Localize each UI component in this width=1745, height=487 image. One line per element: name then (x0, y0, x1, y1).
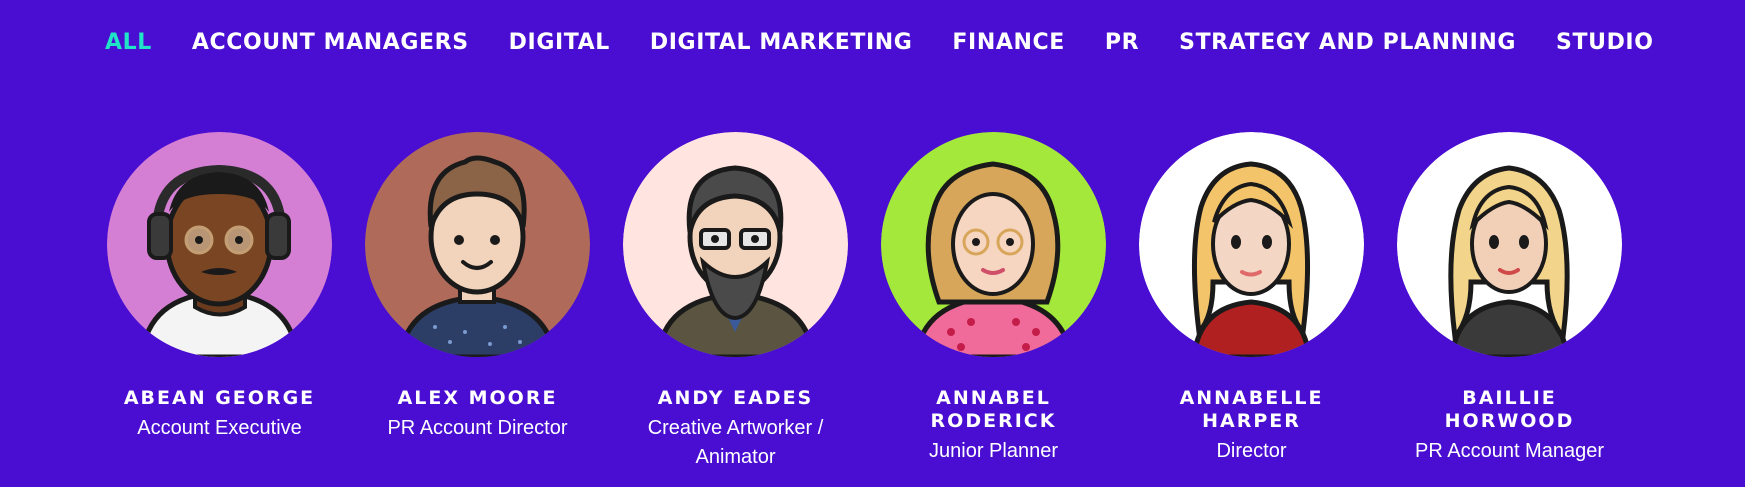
member-name[interactable]: ANNABEL RODERICK (919, 387, 1069, 433)
team-grid: ABEAN GEORGE Account Executive ALEX MOOR… (107, 132, 1622, 472)
team-member-card[interactable]: ALEX MOORE PR Account Director (365, 132, 590, 472)
filter-digital-marketing[interactable]: DIGITAL MARKETING (650, 29, 913, 57)
member-role: PR Account Manager (1415, 440, 1604, 462)
member-name[interactable]: ANNABELLE HARPER (1177, 387, 1327, 433)
team-member-card[interactable]: ANNABELLE HARPER Director (1139, 132, 1364, 472)
filter-account-managers[interactable]: ACCOUNT MANAGERS (192, 29, 469, 57)
avatar-quiff-icon[interactable] (365, 132, 590, 357)
filter-digital[interactable]: DIGITAL (509, 29, 610, 57)
avatar-blonde-hair-icon[interactable] (1397, 132, 1622, 357)
filter-studio[interactable]: STUDIO (1556, 29, 1653, 57)
avatar-beard-glasses-icon[interactable] (623, 132, 848, 357)
member-role: Creative Artworker / Animator (647, 417, 824, 468)
avatar-long-hair-icon[interactable] (1139, 132, 1364, 357)
filter-finance[interactable]: FINANCE (952, 29, 1064, 57)
team-page: ALL ACCOUNT MANAGERS DIGITAL DIGITAL MAR… (0, 0, 1745, 487)
member-name[interactable]: ALEX MOORE (365, 387, 590, 410)
filter-strategy-and-planning[interactable]: STRATEGY AND PLANNING (1179, 29, 1516, 57)
filter-pr[interactable]: PR (1105, 29, 1139, 57)
member-role: Director (1216, 440, 1287, 462)
member-role: Junior Planner (929, 440, 1058, 462)
team-member-card[interactable]: ANNABEL RODERICK Junior Planner (881, 132, 1106, 472)
member-name[interactable]: ANDY EADES (623, 387, 848, 410)
filter-all[interactable]: ALL (105, 29, 152, 57)
member-name[interactable]: ABEAN GEORGE (107, 387, 332, 410)
member-role: Account Executive (137, 417, 302, 439)
team-member-card[interactable]: ANDY EADES Creative Artworker / Animator (623, 132, 848, 472)
team-filter-nav: ALL ACCOUNT MANAGERS DIGITAL DIGITAL MAR… (105, 29, 1654, 57)
avatar-headphones-icon[interactable] (107, 132, 332, 357)
team-member-card[interactable]: ABEAN GEORGE Account Executive (107, 132, 332, 472)
member-role: PR Account Director (387, 417, 568, 439)
avatar-curly-hair-icon[interactable] (881, 132, 1106, 357)
team-member-card[interactable]: BAILLIE HORWOOD PR Account Manager (1397, 132, 1622, 472)
member-name[interactable]: BAILLIE HORWOOD (1397, 387, 1622, 433)
